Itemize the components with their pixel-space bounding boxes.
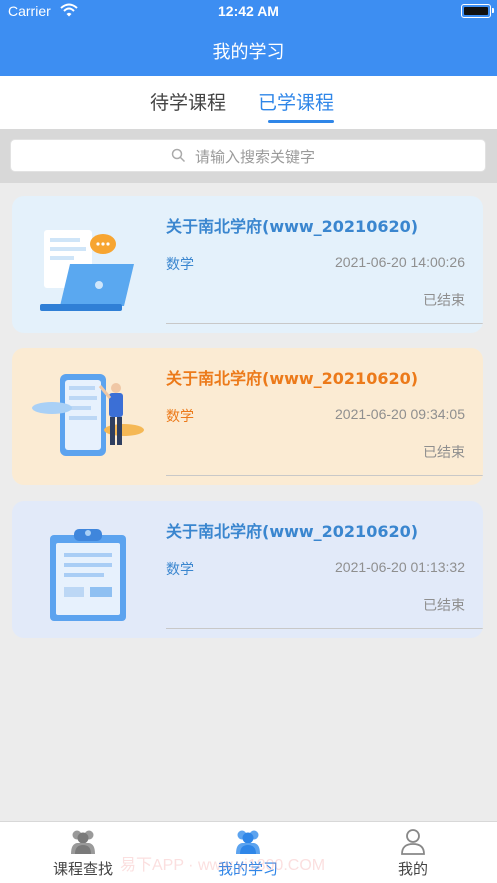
- search-icon: [171, 148, 186, 163]
- user-icon: [401, 829, 425, 855]
- divider: [166, 475, 483, 476]
- search-area: 请输入搜索关键字: [0, 129, 497, 183]
- clock: 12:42 AM: [218, 3, 279, 19]
- course-card[interactable]: 关于南北学府(www_20210620) 数学 2021-06-20 09:34…: [12, 348, 483, 485]
- search-placeholder: 请输入搜索关键字: [195, 148, 316, 166]
- course-subject: 数学: [166, 409, 194, 425]
- course-time: 2021-06-20 09:34:05: [335, 406, 465, 422]
- battery-icon: [461, 4, 494, 18]
- tabbar-label: 课程查找: [52, 860, 113, 878]
- divider: [166, 628, 483, 629]
- group-icon: [71, 830, 95, 854]
- course-title: 关于南北学府(www_20210620): [166, 217, 419, 236]
- search-input[interactable]: 请输入搜索关键字: [10, 139, 486, 172]
- tab-completed-courses[interactable]: 已学课程: [258, 88, 334, 115]
- course-card[interactable]: 关于南北学府(www_20210620) 数学 2021-06-20 14:00…: [12, 196, 483, 333]
- tabbar-item-course-search[interactable]: 课程查找: [40, 822, 126, 883]
- status-bar: Carrier 12:42 AM: [0, 0, 497, 24]
- course-status: 已结束: [423, 293, 465, 309]
- active-tab-indicator: [268, 120, 334, 123]
- course-time: 2021-06-20 01:13:32: [335, 559, 465, 575]
- tab-pending-courses[interactable]: 待学课程: [150, 88, 226, 115]
- clipboard-illustration: [50, 529, 126, 621]
- tabbar-label: 我的: [397, 860, 428, 878]
- course-subject: 数学: [166, 562, 194, 578]
- tabbar-item-mine[interactable]: 我的: [370, 822, 456, 883]
- course-time: 2021-06-20 14:00:26: [335, 254, 465, 270]
- segment-tabs: 待学课程 已学课程: [0, 76, 497, 129]
- laptop-illustration: [40, 230, 134, 311]
- course-card[interactable]: 关于南北学府(www_20210620) 数学 2021-06-20 01:13…: [12, 501, 483, 638]
- watermark: 易下APP · www.yi1800.COM: [120, 857, 326, 874]
- person-phone-illustration: [32, 374, 144, 456]
- course-status: 已结束: [423, 445, 465, 461]
- app-header: Carrier 12:42 AM 我的学习: [0, 0, 497, 76]
- divider: [166, 323, 483, 324]
- page-title: 我的学习: [212, 42, 285, 63]
- course-status: 已结束: [423, 598, 465, 614]
- course-title: 关于南北学府(www_20210620): [166, 522, 419, 541]
- course-subject: 数学: [166, 257, 194, 273]
- course-title: 关于南北学府(www_20210620): [166, 369, 419, 388]
